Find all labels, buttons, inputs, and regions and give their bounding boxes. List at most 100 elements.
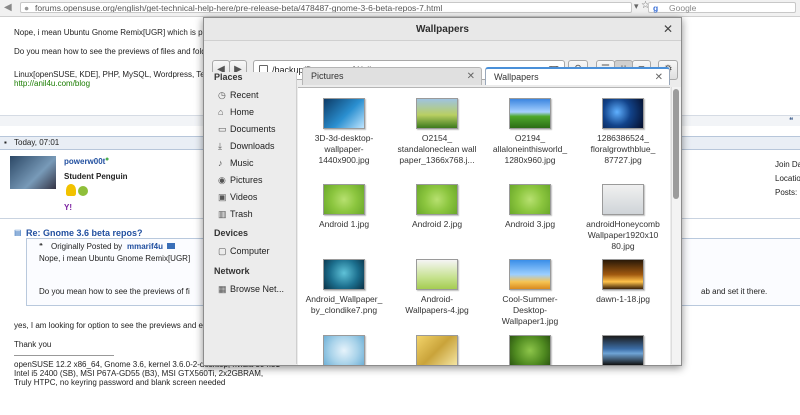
file-item[interactable]: IMAG0126.jpg — [577, 335, 669, 365]
sidebar-item-computer[interactable]: ▢ Computer — [218, 246, 270, 257]
file-item[interactable]: O2194_ allaloneinthisworld_ 1280x960.jpg — [484, 98, 576, 166]
sidebar-item-label: Recent — [230, 90, 259, 100]
title-bar[interactable]: Wallpapers ✕ — [204, 18, 681, 41]
sidebar-item-downloads[interactable]: ⤓ Downloads — [218, 141, 275, 152]
file-thumbnail — [323, 184, 365, 215]
search-placeholder: Google — [669, 3, 697, 13]
sidebar-item-documents[interactable]: ▭ Documents — [218, 124, 276, 135]
dropdown-icon[interactable]: ▾ — [634, 1, 639, 12]
file-thumbnail — [416, 335, 458, 365]
file-thumbnail — [323, 98, 365, 129]
address-bar[interactable]: ● forums.opensuse.org/english/get-techni… — [20, 2, 632, 13]
vertical-scrollbar[interactable] — [671, 87, 681, 364]
sidebar-item-music[interactable]: ♪ Music — [218, 158, 254, 168]
file-thumbnail — [602, 335, 644, 365]
quote-author[interactable]: mmarif4u — [127, 242, 163, 251]
file-name: dawn-1-18.jpg — [596, 294, 650, 304]
file-name: 1286386524_ floralgrowthblue_ 87727.jpg — [590, 133, 656, 165]
trash-icon: ▥ — [218, 209, 227, 219]
sidebar-item-label: Videos — [230, 192, 258, 202]
sidebar-item-label: Home — [230, 107, 255, 117]
file-name: Cool-Summer- Desktop- Wallpaper1.jpg — [501, 294, 559, 326]
tab-wallpapers[interactable]: Wallpapers ✕ — [485, 67, 670, 85]
join-date-label: Join Dat — [775, 160, 800, 169]
places-heading: Places — [214, 72, 243, 82]
posts-label: Posts: — [775, 188, 798, 197]
close-tab-icon[interactable]: ✕ — [655, 69, 663, 86]
post-text-line: Nope, i mean Ubuntu Gnome Remix[UGR] whi… — [14, 28, 210, 37]
file-item[interactable]: androidHoneycomb Wallpaper1920x10 80.jpg — [577, 184, 669, 252]
signature-line: Linux[openSUSE, KDE], PHP, MySQL, Wordpr… — [14, 70, 209, 79]
sidebar-item-browse-network[interactable]: ▦ Browse Net... — [218, 284, 284, 295]
file-thumbnail — [416, 98, 458, 129]
tab-label: Pictures — [311, 71, 344, 81]
view-post-icon[interactable] — [167, 243, 175, 249]
file-thumbnail — [416, 184, 458, 215]
file-name: Android 3.jpg — [504, 219, 556, 229]
places-sidebar: Places ◷ Recent ⌂ Home ▭ Documents ⤓ Downloa… — [204, 72, 297, 364]
search-box[interactable]: g Google — [648, 2, 796, 13]
file-thumbnail — [416, 259, 458, 290]
file-item[interactable]: 1286386524_ floralgrowthblue_ 87727.jpg — [577, 98, 669, 166]
sidebar-item-recent[interactable]: ◷ Recent — [218, 90, 259, 101]
username-link[interactable]: powerw00t — [64, 157, 105, 166]
file-thumbnail — [602, 184, 644, 215]
signature-link[interactable]: http://anil4u.com/blog — [14, 79, 90, 88]
network-heading: Network — [214, 266, 250, 276]
file-name: Android 1.jpg — [318, 219, 370, 229]
file-item[interactable]: Android- Wallpapers-4.jpg — [391, 259, 483, 316]
file-item[interactable]: dawn-1-18.jpg — [577, 259, 669, 305]
quote-text-end: ab and set it there. — [701, 287, 768, 296]
folder-icon: ▭ — [218, 124, 227, 134]
close-icon[interactable]: ✕ — [661, 22, 675, 36]
tab-bar: Pictures ✕ Wallpapers ✕ — [298, 65, 681, 87]
post-text-line: Do you mean how to see the previews of f… — [14, 47, 211, 56]
sidebar-item-label: Pictures — [230, 175, 263, 185]
geeko-badge-icon — [78, 186, 88, 196]
file-name: O2154_ standaloneclean wall paper_1366x7… — [397, 133, 477, 165]
sidebar-item-label: Music — [230, 158, 254, 168]
sidebar-item-videos[interactable]: ▣ Videos — [218, 192, 257, 203]
yahoo-icon[interactable]: Y! — [64, 203, 72, 212]
file-item[interactable]: Cool-Summer- Desktop- Wallpaper1.jpg — [484, 259, 576, 327]
file-thumbnail — [602, 98, 644, 129]
sidebar-item-trash[interactable]: ▥ Trash — [218, 209, 253, 220]
file-name: Android- Wallpapers-4.jpg — [405, 294, 469, 315]
signature-divider — [14, 355, 114, 356]
tab-pictures[interactable]: Pictures ✕ — [302, 67, 482, 85]
file-item[interactable]: Android 2.jpg — [391, 184, 483, 230]
file-item[interactable]: Android_Wallpaper_ by_clondike7.png — [298, 259, 390, 316]
quote-icon[interactable]: ❝ — [789, 116, 793, 125]
file-item[interactable]: Hope-Love-Linux. — [484, 335, 576, 365]
sidebar-item-label: Documents — [230, 124, 276, 134]
file-chooser-window: Wallpapers ✕ ◀ ▶ /backup/Documents/Wallp… — [203, 17, 682, 366]
globe-icon: ● — [24, 3, 30, 13]
scrollbar-thumb[interactable] — [673, 89, 679, 199]
file-item[interactable]: Android 1.jpg — [298, 184, 390, 230]
file-item[interactable]: Android 3.jpg — [484, 184, 576, 230]
file-item[interactable]: 3D-3d-desktop- wallpaper- 1440x900.jpg — [298, 98, 390, 166]
quote-prefix: Originally Posted by — [51, 242, 123, 251]
file-thumbnail — [509, 184, 551, 215]
file-item[interactable]: Firefox_2_by_ — [391, 335, 483, 365]
file-item[interactable]: O2154_ standaloneclean wall paper_1366x7… — [391, 98, 483, 166]
location-label: Locatio — [775, 174, 800, 183]
sidebar-item-label: Browse Net... — [230, 284, 285, 294]
back-arrow-icon[interactable]: ◀ — [4, 2, 12, 13]
computer-icon: ▢ — [218, 246, 227, 256]
document-icon: ▤ — [14, 228, 22, 237]
sidebar-item-pictures[interactable]: ◉ Pictures — [218, 175, 263, 186]
film-icon: ▣ — [218, 192, 227, 202]
quote-text-line: Do you mean how to see the previews of f… — [39, 287, 190, 296]
file-name: 3D-3d-desktop- wallpaper- 1440x900.jpg — [314, 133, 374, 165]
avatar[interactable] — [10, 156, 56, 189]
file-name: Android_Wallpaper_ by_clondike7.png — [305, 294, 383, 315]
penguin-badge-icon — [66, 184, 76, 196]
sidebar-item-home[interactable]: ⌂ Home — [218, 107, 254, 117]
close-tab-icon[interactable]: ✕ — [467, 68, 475, 85]
file-name: androidHoneycomb Wallpaper1920x10 80.jpg — [586, 219, 660, 251]
file-item[interactable]: Debian_linwx_net_ — [298, 335, 390, 365]
clock-icon: ◷ — [218, 90, 226, 100]
quote-mark-icon: ❝ — [39, 243, 43, 250]
signature-line: Truly HTPC, no keyring password and blan… — [14, 378, 226, 387]
